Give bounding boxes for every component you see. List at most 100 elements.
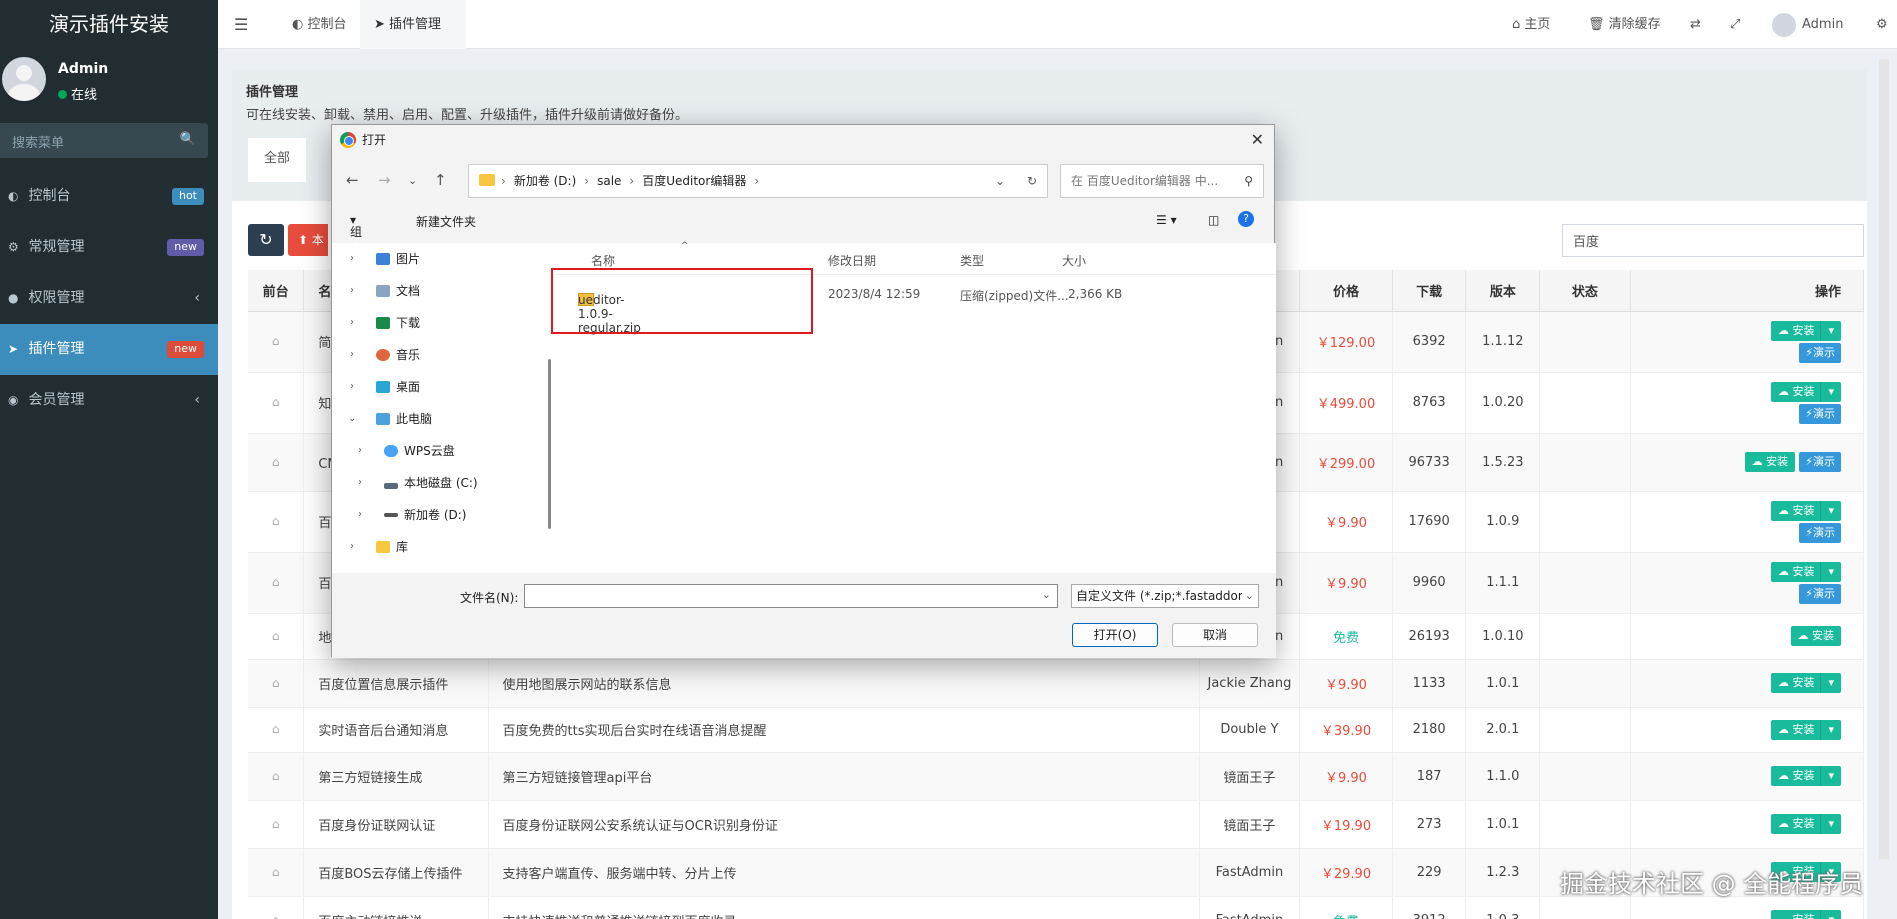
addon-author[interactable]: Jackie Zhang <box>1199 659 1301 708</box>
demo-button[interactable]: ⚡演示 <box>1799 452 1841 472</box>
home-icon[interactable]: ⌂ <box>272 334 280 348</box>
tree-item-documents[interactable]: › 文档 <box>332 275 556 307</box>
up-arrow-icon[interactable]: ↑ <box>434 171 447 189</box>
column-type[interactable]: 类型 <box>960 252 984 269</box>
user-menu[interactable]: Admin <box>1772 0 1843 49</box>
filetype-select[interactable]: 自定义文件 (*.zip;*.fastaddon ⌄ <box>1071 584 1259 608</box>
chevron-right-icon[interactable]: › <box>350 531 354 563</box>
install-button[interactable]: ☁ 安装▾ <box>1770 500 1841 521</box>
chevron-down-icon[interactable]: ⌄ <box>995 165 1005 197</box>
install-button[interactable]: ☁ 安装▾ <box>1770 766 1841 786</box>
tree-item-pictures[interactable]: › 图片 <box>332 243 556 275</box>
organize-menu[interactable]: 组织 ▾ <box>350 213 362 256</box>
chevron-right-icon[interactable]: › <box>350 339 354 371</box>
sidebar-item-member[interactable]: ◉ 会员管理 ‹ <box>0 375 218 426</box>
demo-button[interactable]: ⚡演示 <box>1799 522 1841 543</box>
home-icon[interactable]: ⌂ <box>272 913 280 919</box>
addon-author[interactable]: 镜面王子 <box>1199 800 1301 849</box>
install-button[interactable]: ☁ 安装▾ <box>1770 910 1841 919</box>
addon-name[interactable]: 百度身份证联网认证 <box>303 800 489 849</box>
tree-item-music[interactable]: › 音乐 <box>332 339 556 371</box>
install-button[interactable]: ☁ 安装 <box>1744 452 1796 472</box>
refresh-button[interactable]: ↻ <box>248 224 284 256</box>
home-icon[interactable]: ⌂ <box>272 676 280 690</box>
home-link[interactable]: ⌂ 主页 <box>1512 0 1550 49</box>
help-icon[interactable]: ? <box>1238 211 1254 227</box>
home-icon[interactable]: ⌂ <box>272 769 280 783</box>
home-icon[interactable]: ⌂ <box>272 514 280 528</box>
open-button[interactable]: 打开(O) <box>1072 623 1158 647</box>
breadcrumb-ueditor[interactable]: 百度Ueditor编辑器 <box>642 174 746 188</box>
folder-search-input[interactable]: 在 百度Ueditor编辑器 中... ⚲ <box>1060 164 1264 198</box>
addon-name[interactable]: 第三方短链接生成 <box>303 752 489 801</box>
preview-pane-icon[interactable]: ◫ <box>1208 213 1219 227</box>
home-icon[interactable]: ⌂ <box>272 817 280 831</box>
chevron-right-icon[interactable]: › <box>350 243 354 275</box>
demo-button[interactable]: ⚡演示 <box>1799 342 1841 363</box>
chevron-right-icon[interactable]: › <box>358 499 362 531</box>
home-icon[interactable]: ⌂ <box>272 455 280 469</box>
install-button[interactable]: ☁ 安装 <box>1790 626 1841 646</box>
tab-addon[interactable]: ➤ 插件管理 <box>360 0 466 49</box>
caret-down-icon[interactable]: ▾ <box>1820 910 1834 919</box>
home-icon[interactable]: ⌂ <box>272 575 280 589</box>
fullscreen-icon[interactable]: ⤢ <box>1730 0 1740 49</box>
caret-down-icon[interactable]: ▾ <box>1820 814 1834 834</box>
breadcrumb-drive[interactable]: 新加卷 (D:) <box>514 174 576 188</box>
chevron-right-icon[interactable]: › <box>350 307 354 339</box>
install-button[interactable]: ☁ 安装▾ <box>1770 381 1841 402</box>
addon-author[interactable]: Double Y <box>1199 707 1301 753</box>
tree-item-this-pc[interactable]: ⌄ 此电脑 <box>332 403 556 435</box>
tree-item-wps-cloud[interactable]: › WPS云盘 <box>332 435 556 467</box>
home-icon[interactable]: ⌂ <box>272 722 280 736</box>
home-icon[interactable]: ⌂ <box>272 865 280 879</box>
install-button[interactable]: ☁ 安装▾ <box>1770 320 1841 341</box>
tree-item-drive-d[interactable]: › 新加卷 (D:) <box>332 499 556 531</box>
addon-name[interactable]: 实时语音后台通知消息 <box>303 707 489 753</box>
chevron-down-icon[interactable]: ⌄ <box>1042 588 1051 601</box>
filename-input[interactable]: ⌄ <box>524 584 1058 608</box>
cancel-button[interactable]: 取消 <box>1172 623 1258 647</box>
sidebar-item-addon[interactable]: ➤ 插件管理 new <box>0 324 218 375</box>
app-logo[interactable]: 演示插件安装 <box>0 0 218 49</box>
addon-author[interactable]: 镜面王子 <box>1199 752 1301 801</box>
page-scrollbar[interactable] <box>1879 59 1889 859</box>
tree-scrollbar[interactable] <box>548 359 551 529</box>
new-folder-button[interactable]: 新建文件夹 <box>416 213 476 230</box>
home-icon[interactable]: ⌂ <box>272 629 280 643</box>
home-icon[interactable]: ⌂ <box>272 395 280 409</box>
tab-all[interactable]: 全部 <box>248 138 306 182</box>
caret-down-icon[interactable]: ▾ <box>1820 381 1834 402</box>
chevron-right-icon[interactable]: › <box>350 371 354 403</box>
caret-down-icon[interactable]: ▾ <box>1820 500 1834 521</box>
addon-name[interactable]: 百度主动链接推送 <box>303 896 489 919</box>
search-icon[interactable]: 🔍 <box>180 132 196 147</box>
tree-item-desktop[interactable]: › 桌面 <box>332 371 556 403</box>
menu-search-input[interactable]: 搜索菜单 🔍 <box>0 123 208 158</box>
sidebar-item-dashboard[interactable]: ◐ 控制台 hot <box>0 171 218 222</box>
recent-dropdown-icon[interactable]: ⌄ <box>408 174 417 187</box>
tree-item-library[interactable]: › 库 <box>332 531 556 563</box>
install-button[interactable]: ☁ 安装▾ <box>1770 673 1841 693</box>
caret-down-icon[interactable]: ▾ <box>1820 766 1834 786</box>
view-menu-icon[interactable]: ☰ ▾ <box>1156 213 1177 227</box>
chevron-right-icon[interactable]: › <box>358 467 362 499</box>
clear-cache-button[interactable]: 🗑 清除缓存 <box>1588 0 1661 49</box>
back-arrow-icon[interactable]: ← <box>346 171 359 189</box>
addon-search-input[interactable]: 百度 <box>1562 224 1864 257</box>
caret-down-icon[interactable]: ▾ <box>1820 320 1834 341</box>
sidebar-item-general[interactable]: ⚙ 常规管理 new <box>0 222 218 273</box>
column-size[interactable]: 大小 <box>1062 252 1086 269</box>
column-name[interactable]: 名称 <box>591 252 615 269</box>
install-button[interactable]: ☁ 安装▾ <box>1770 719 1841 740</box>
sidebar-item-auth[interactable]: ● 权限管理 ‹ <box>0 273 218 324</box>
tree-item-drive-c[interactable]: › 本地磁盘 (C:) <box>332 467 556 499</box>
demo-button[interactable]: ⚡演示 <box>1799 403 1841 424</box>
addon-author[interactable]: FastAdmin <box>1199 896 1301 919</box>
local-install-button[interactable]: ⬆ 本 <box>288 224 328 256</box>
tree-item-downloads[interactable]: › 下载 <box>332 307 556 339</box>
addon-name[interactable]: 百度BOS云存储上传插件 <box>303 848 489 897</box>
caret-down-icon[interactable]: ▾ <box>1820 561 1834 582</box>
refresh-icon[interactable]: ↻ <box>1027 165 1037 197</box>
caret-down-icon[interactable]: ▾ <box>1820 719 1834 740</box>
